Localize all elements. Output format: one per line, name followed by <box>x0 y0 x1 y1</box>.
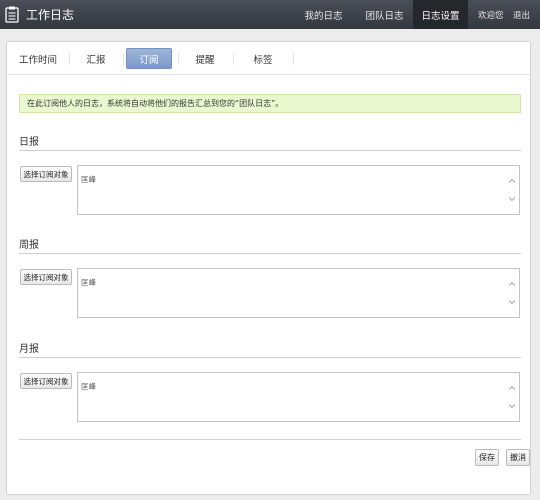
app-brand: 工作日志 <box>5 0 74 29</box>
save-button[interactable]: 保存 <box>475 449 499 466</box>
nav-team-logs[interactable]: 团队日志 <box>361 0 408 29</box>
daily-select-subscriber-button[interactable]: 选择订阅对象 <box>20 166 72 182</box>
nav-my-logs[interactable]: 我的日志 <box>300 0 347 29</box>
top-bar: 工作日志 我的日志 团队日志 日志设置 欢迎您 退出 <box>0 0 540 29</box>
weekly-subscriber-value: 匡峰 <box>81 278 96 287</box>
weekly-subscriber-field[interactable]: 匡峰 <box>77 268 520 318</box>
footer-divider <box>19 439 521 440</box>
notebook-icon <box>5 6 19 23</box>
tab-divider <box>178 53 179 65</box>
daily-subscriber-field[interactable]: 匡峰 <box>77 165 520 215</box>
section-divider <box>19 150 521 151</box>
scroll-down-icon[interactable] <box>508 195 516 203</box>
section-divider <box>19 357 521 358</box>
tab-work-time[interactable]: 工作时间 <box>11 42 65 75</box>
settings-tabs: 工作时间 汇报 订阅 提醒 标签 <box>7 42 530 75</box>
daily-section-title: 日报 <box>19 137 39 148</box>
scroll-up-icon[interactable] <box>508 384 516 392</box>
weekly-section-title: 周报 <box>19 240 39 251</box>
cancel-button[interactable]: 撤消 <box>506 449 530 466</box>
tab-divider <box>293 53 294 65</box>
daily-subscriber-value: 匡峰 <box>81 175 96 184</box>
scroll-up-icon[interactable] <box>508 177 516 185</box>
tab-divider <box>69 53 70 65</box>
scroll-up-icon[interactable] <box>508 280 516 288</box>
subscribe-notice: 在此订阅他人的日志，系统将自动将他们的报告汇总到您的“团队日志”。 <box>19 94 521 113</box>
section-divider <box>19 253 521 254</box>
scroll-down-icon[interactable] <box>508 298 516 306</box>
monthly-section-title: 月报 <box>19 344 39 355</box>
tab-divider <box>233 53 234 65</box>
tab-divider <box>123 53 124 65</box>
scroll-down-icon[interactable] <box>508 402 516 410</box>
settings-card: 工作时间 汇报 订阅 提醒 标签 在此订阅他人的日志，系统将自动将他们的报告汇总… <box>6 41 531 495</box>
tab-reminder[interactable]: 提醒 <box>182 42 228 75</box>
notice-text: 在此订阅他人的日志，系统将自动将他们的报告汇总到您的“团队日志”。 <box>27 99 284 108</box>
tab-tags[interactable]: 标签 <box>237 42 289 75</box>
welcome-text: 欢迎您 <box>478 10 504 21</box>
logout-link[interactable]: 退出 <box>513 0 530 29</box>
monthly-select-subscriber-button[interactable]: 选择订阅对象 <box>20 373 72 389</box>
tab-report[interactable]: 汇报 <box>73 42 119 75</box>
app-title: 工作日志 <box>26 8 75 22</box>
monthly-subscriber-field[interactable]: 匡峰 <box>77 372 520 422</box>
tab-subscribe[interactable]: 订阅 <box>126 48 172 69</box>
monthly-subscriber-value: 匡峰 <box>81 382 96 391</box>
nav-log-settings[interactable]: 日志设置 <box>413 0 468 29</box>
weekly-select-subscriber-button[interactable]: 选择订阅对象 <box>20 269 72 285</box>
